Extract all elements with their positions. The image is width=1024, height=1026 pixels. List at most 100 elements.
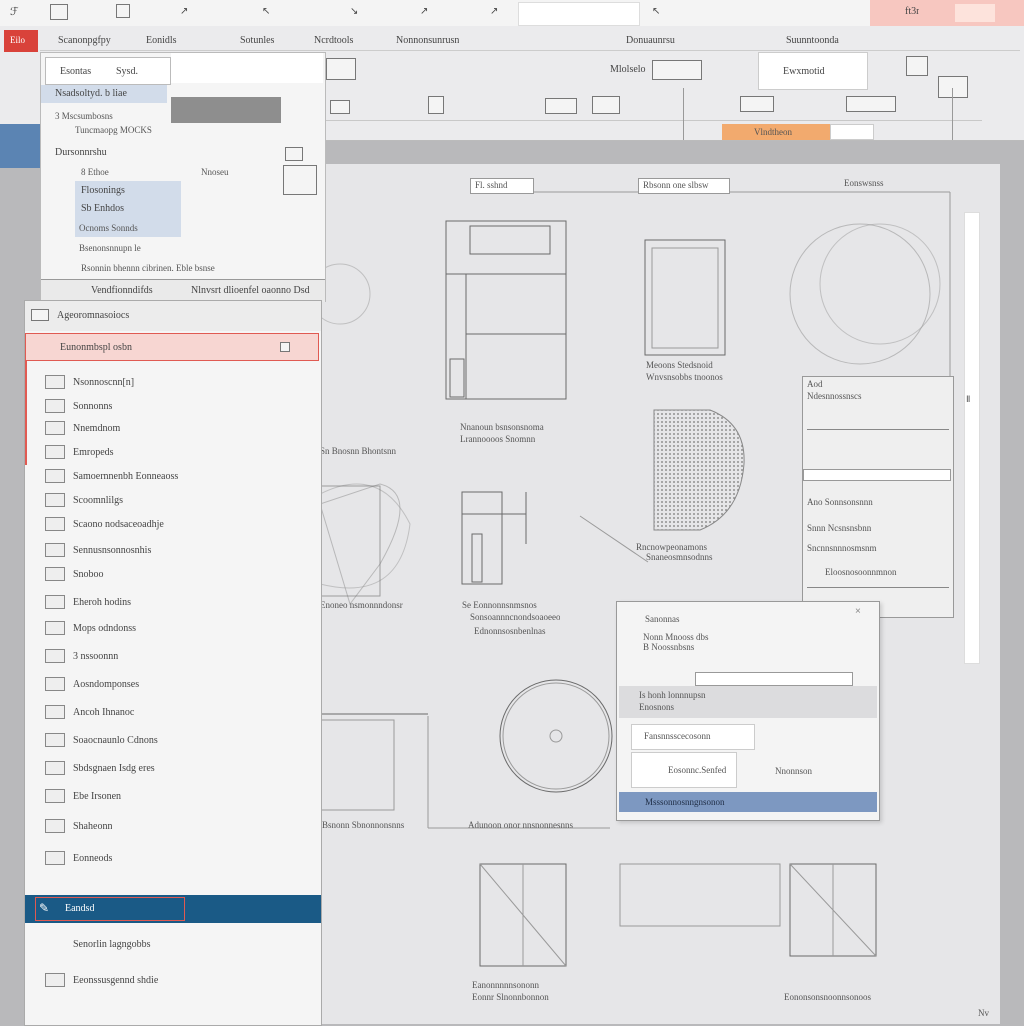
chair-icon[interactable]	[740, 96, 774, 112]
left-list-item[interactable]: Scoomnlilgs	[25, 487, 319, 513]
caption: Se Eonnonnsnmsnos	[462, 600, 537, 610]
title-search-box[interactable]	[518, 2, 640, 26]
grid-icon[interactable]	[116, 4, 130, 18]
cabinet-icon[interactable]	[938, 76, 968, 98]
arrow-icon[interactable]: ↘	[350, 6, 358, 17]
caption: Ednonnsosnbenlnas	[474, 626, 546, 636]
group-item-1[interactable]: Mlolselo	[610, 64, 646, 75]
frame-tool-icon[interactable]	[428, 96, 444, 114]
left-panel-title: Ageoromnasoiocs	[57, 310, 130, 321]
left-list-item[interactable]: Eheroh hodins	[25, 589, 319, 615]
thumbnail-strip[interactable]	[171, 97, 281, 123]
left-list-item[interactable]: Ancoh Ihnanoc	[25, 699, 319, 725]
left-list-item[interactable]: Emropeds	[25, 439, 319, 465]
tab-6[interactable]: Donuaunrsu	[626, 35, 675, 46]
tab-5[interactable]: Nonnonsunrusn	[396, 35, 459, 46]
left-list-item[interactable]: Sennusnsonnosnhis	[25, 537, 319, 563]
dialog-cancel[interactable]: Nnonnson	[775, 766, 812, 776]
list-item[interactable]: Bsenonsnnupn le	[79, 243, 141, 253]
monitor-icon[interactable]	[592, 96, 620, 114]
dialog-title: Sanonnas	[645, 614, 680, 624]
arrow-icon[interactable]: ↖	[652, 6, 660, 17]
tab-7[interactable]: Suunntoonda	[786, 35, 839, 46]
printer-icon[interactable]	[906, 56, 928, 76]
left-list-item[interactable]: Soaocnaunlo Cdnons	[25, 727, 319, 753]
list-item-selected[interactable]: Nsadsoltyd. b liae	[41, 85, 167, 103]
dialog-footer-bar[interactable]: Msssonnosnngnsonon	[619, 792, 877, 812]
dialog-action-box[interactable]: Eosonnc.Senfed	[631, 752, 737, 788]
scroll-marker-icon[interactable]: Ⅱ	[966, 394, 970, 405]
pen-icon: ✎	[39, 901, 50, 915]
left-list-item[interactable]: Aosndomponses	[25, 671, 319, 697]
device-icon[interactable]	[652, 60, 702, 80]
left-list-item[interactable]: Ebe Irsonen	[25, 783, 319, 809]
list-item[interactable]: Dursonnrshu	[55, 147, 107, 158]
left-list-item[interactable]: Nnemdnom	[25, 415, 319, 441]
tab-1[interactable]: Scanonpgfpy	[58, 35, 111, 46]
arrow-icon[interactable]: ↗	[490, 6, 498, 17]
window-controls[interactable]: ft3r	[905, 6, 919, 17]
item-icon	[45, 761, 65, 775]
app-menu-button[interactable]: Eilo	[4, 30, 38, 52]
vertical-scrollbar[interactable]	[964, 212, 980, 664]
list-item[interactable]: Flosonings	[81, 185, 125, 196]
list-item[interactable]: Sb Enhdos	[81, 203, 124, 214]
properties-input[interactable]	[803, 469, 951, 481]
shape-tool-icon[interactable]	[326, 58, 356, 80]
left-list-item[interactable]: Shaheonn	[25, 813, 319, 839]
status-tab[interactable]: Vlndtheon	[722, 124, 830, 140]
properties-item[interactable]: Ndesnnossnscs	[807, 391, 862, 401]
arrow-icon[interactable]: ↗	[420, 6, 428, 17]
left-list-item[interactable]: Mops odndonss	[25, 615, 319, 641]
panel-input[interactable]	[171, 53, 323, 83]
tab-3[interactable]: Sotunles	[240, 35, 274, 46]
properties-item[interactable]: Eloosnosoonnmnon	[825, 567, 897, 577]
left-panel-selected-top[interactable]: Eunonmbspl osbn	[25, 333, 319, 361]
layer-tool-icon[interactable]	[330, 100, 350, 114]
panel-thumbnail-icon[interactable]	[285, 147, 303, 161]
list-item[interactable]: Tuncmaopg MOCKS	[75, 125, 152, 135]
camera-icon[interactable]	[545, 98, 577, 114]
properties-item[interactable]: Snnn Ncsnsnsbnn	[807, 523, 871, 533]
sofa-icon[interactable]	[846, 96, 896, 112]
left-list-item[interactable]: Eeonssusgennd shdie	[25, 967, 319, 993]
properties-item[interactable]: Sncnnsnnnosmsnm	[807, 543, 877, 553]
list-item[interactable]: 3 Mscsumbosns	[55, 111, 113, 121]
ribbon-dropdown[interactable]: Ewxmotid	[758, 52, 868, 90]
tab-4[interactable]: Ncrdtools	[314, 35, 353, 46]
left-list-item[interactable]: Scaono nodsaceoadhje	[25, 511, 319, 537]
list-item[interactable]: 8 Ethoe	[81, 167, 109, 177]
left-list-item[interactable]: Sbdsgnaen Isdg eres	[25, 755, 319, 781]
dialog-option-block[interactable]: Is honh lonnnupsn Enosnons	[619, 686, 877, 718]
dialog-option-label: Is honh lonnnupsn	[639, 690, 706, 700]
list-item-label: Nsadsoltyd. b liae	[55, 88, 127, 99]
list-item[interactable]: Ocnoms Sonnds	[79, 223, 138, 233]
properties-item[interactable]: Ano Sonnsonsnnn	[807, 497, 873, 507]
checkbox-icon[interactable]	[280, 342, 290, 352]
tab-2[interactable]: Eonidls	[146, 35, 177, 46]
arrow-icon[interactable]: ↗	[180, 6, 188, 17]
panel-thumbnail-icon[interactable]	[283, 165, 317, 195]
arrow-icon[interactable]: ↖	[262, 6, 270, 17]
left-list-item[interactable]: 3 nssoonnn	[25, 643, 319, 669]
dialog-field[interactable]: Fansnnsscecosonn	[631, 724, 755, 750]
left-list-item[interactable]: Snoboo	[25, 561, 319, 587]
left-list-item-label: Ancoh Ihnanoc	[73, 706, 135, 718]
dialog-option-sub: Enosnons	[639, 702, 675, 712]
selected-item-frame	[35, 897, 185, 921]
left-panel-selected-item[interactable]: ✎ Eandsd	[25, 895, 321, 923]
status-tab-gap[interactable]	[830, 124, 874, 140]
search-field[interactable]: Esontas Sysd.	[45, 57, 171, 85]
canvas-toolbar-left[interactable]: Fl. sshnd	[470, 178, 534, 194]
dialog-input[interactable]	[695, 672, 853, 686]
left-list-item[interactable]: Senorlin lagngobbs	[25, 931, 319, 957]
restore-button[interactable]	[955, 4, 995, 22]
left-list-item[interactable]: Eonneods	[25, 845, 319, 871]
canvas-toolbar-right[interactable]: Rbsonn one slbsw	[638, 178, 730, 194]
document-icon[interactable]	[50, 4, 68, 20]
left-list-item[interactable]: Samoernnenbh Eonneaoss	[25, 463, 319, 489]
left-list-item[interactable]: Nsonnoscnn[n]	[25, 369, 319, 395]
close-icon[interactable]: ×	[855, 606, 861, 617]
list-item[interactable]: Rsonnin bhennn cibrinen. Eble bsnse	[81, 263, 215, 273]
left-list-item-label: Emropeds	[73, 446, 114, 458]
